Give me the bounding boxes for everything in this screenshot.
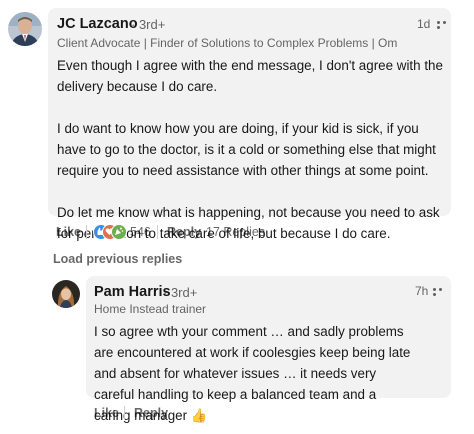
reply-author-headline: Home Instead trainer xyxy=(94,302,207,316)
reaction-icons[interactable] xyxy=(93,224,127,240)
comment-reply-button[interactable]: Reply xyxy=(167,225,201,239)
reply-author-degree: · 3rd+ xyxy=(163,285,198,300)
comment-body: Even though I agree with the end message… xyxy=(57,55,447,244)
comment-paragraph: I do want to know how you are doing, if … xyxy=(57,121,436,178)
comment-more-options-icon[interactable] xyxy=(437,19,453,29)
comment-timestamp: 1d xyxy=(417,17,431,31)
comment-author-headline: Client Advocate | Finder of Solutions to… xyxy=(57,36,397,50)
divider xyxy=(86,225,87,239)
replies-count[interactable]: 17 Replies xyxy=(206,225,265,239)
comment-paragraph: Even though I agree with the end message… xyxy=(57,58,443,94)
avatar-jc-lazcano[interactable] xyxy=(8,12,42,46)
comment-like-button[interactable]: Like xyxy=(56,225,81,239)
reply-like-button[interactable]: Like xyxy=(94,406,119,420)
reply-more-options-icon[interactable] xyxy=(433,286,449,296)
reply-timestamp: 7h xyxy=(415,284,429,298)
reply-reply-button[interactable]: Reply xyxy=(134,406,168,420)
load-previous-replies-link[interactable]: Load previous replies xyxy=(53,252,182,266)
reaction-count[interactable]: 546 xyxy=(130,225,151,239)
comment-author-degree: · 3rd+ xyxy=(131,17,166,32)
celebrate-icon xyxy=(111,224,127,240)
comment-author-name[interactable]: JC Lazcano xyxy=(57,16,138,32)
divider xyxy=(157,225,158,239)
avatar-pam-harris[interactable] xyxy=(52,280,80,308)
reply-author-name[interactable]: Pam Harris xyxy=(94,284,171,300)
divider xyxy=(124,406,125,420)
